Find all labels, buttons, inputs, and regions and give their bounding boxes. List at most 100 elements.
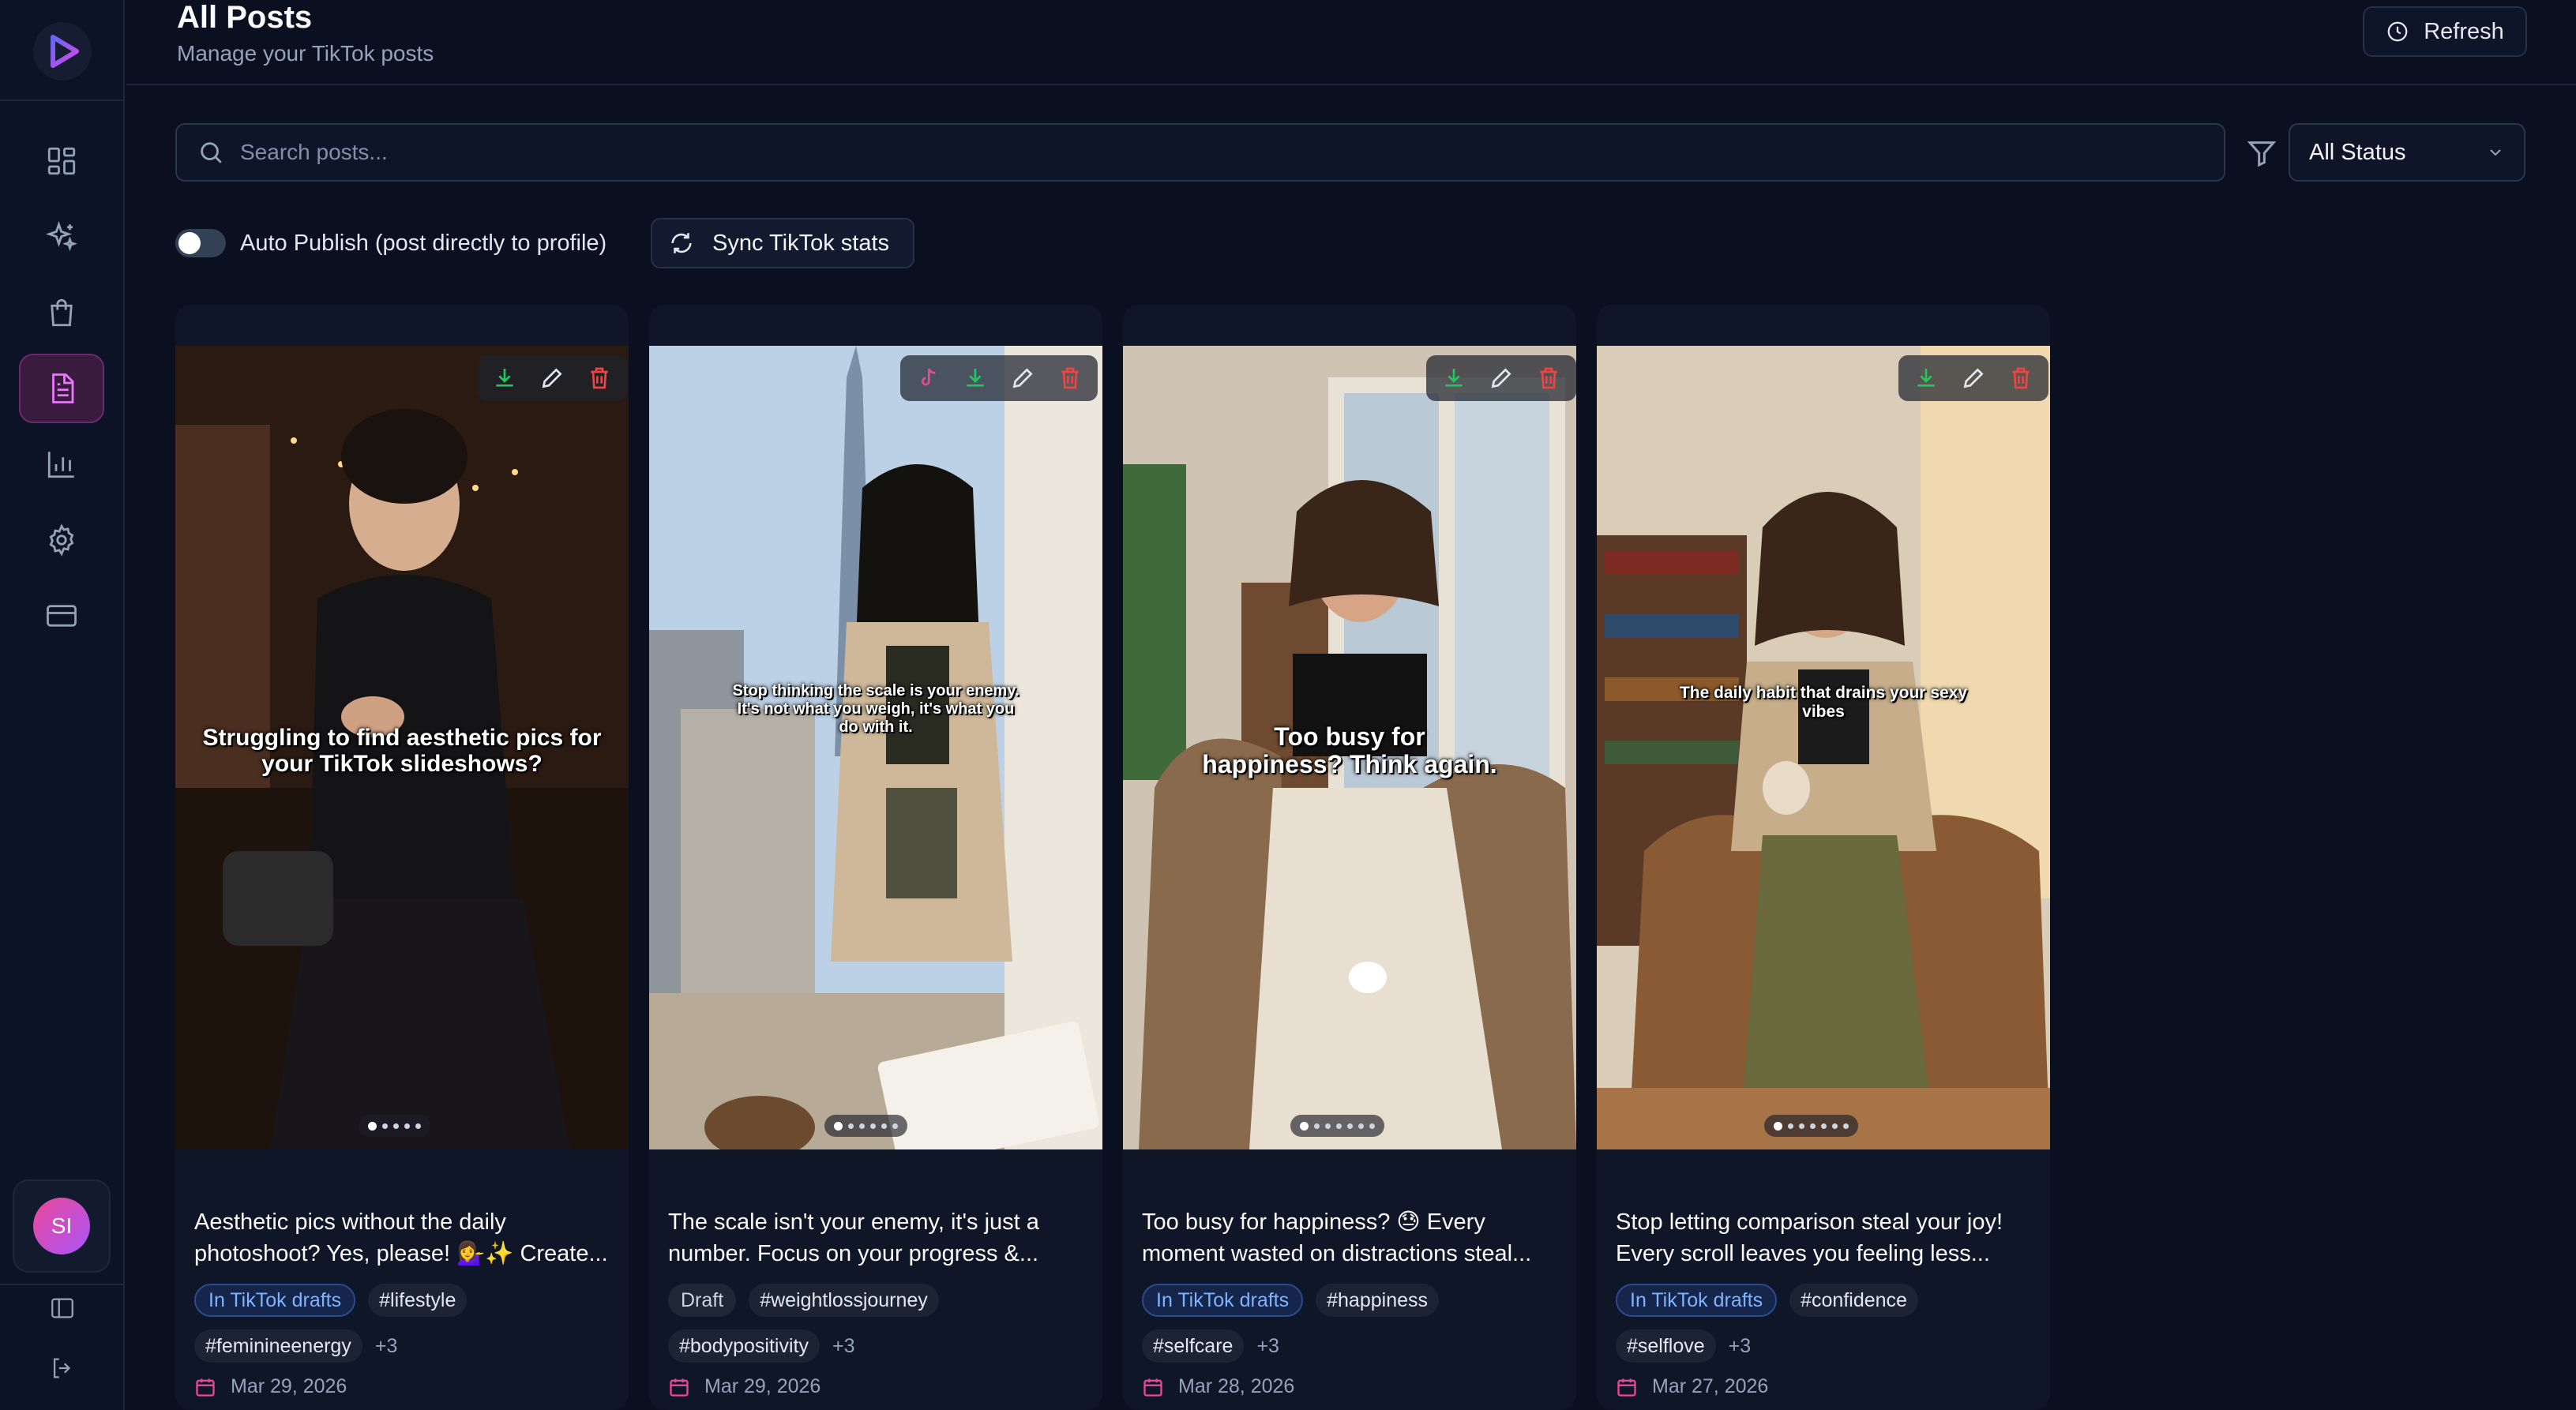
post-tags-row: #selfcare +3: [1142, 1329, 1279, 1363]
tiktok-button[interactable]: [910, 360, 946, 396]
post-caption: Stop letting comparison steal your joy! …: [1616, 1209, 2003, 1266]
calendar-icon: [196, 1378, 215, 1397]
post-actions: [1898, 355, 2048, 401]
sync-tiktok-stats-button[interactable]: Sync TikTok stats: [651, 218, 914, 268]
hashtag: #selfcare: [1142, 1329, 1245, 1363]
delete-button[interactable]: [581, 360, 618, 396]
sidebar-divider: [0, 1284, 125, 1285]
download-icon: [496, 369, 513, 387]
more-tags-count: +3: [1256, 1334, 1279, 1357]
post-overlay-text: The daily habit that drains your sexy vi…: [1679, 684, 1968, 722]
refresh-button[interactable]: Refresh: [2363, 6, 2527, 57]
document-icon: [52, 373, 74, 403]
download-icon: [1445, 369, 1463, 387]
sidebar-item-dashboard[interactable]: [19, 126, 104, 196]
download-button[interactable]: [1908, 360, 1944, 396]
logout-button[interactable]: [43, 1348, 82, 1388]
post-card[interactable]: Stop thinking the scale is your enemy. I…: [649, 305, 1102, 1410]
page-subtitle: Manage your TikTok posts: [177, 41, 434, 66]
slide-indicator[interactable]: [1764, 1115, 1858, 1137]
post-tags-row: In TikTok drafts #happiness: [1142, 1284, 1440, 1317]
post-card[interactable]: Struggling to find aesthetic pics for yo…: [175, 305, 629, 1410]
post-image[interactable]: [1597, 346, 2050, 1149]
page-header: All Posts Manage your TikTok posts Refre…: [126, 0, 2576, 85]
clock-icon: [2387, 21, 2408, 42]
download-button[interactable]: [957, 360, 993, 396]
download-button[interactable]: [1436, 360, 1472, 396]
trash-icon: [1061, 367, 1079, 389]
edit-button[interactable]: [1955, 360, 1992, 396]
avatar: SI: [33, 1198, 90, 1254]
sidebar-item-posts[interactable]: [19, 354, 104, 423]
pencil-icon: [1491, 368, 1511, 388]
post-tags-row: #bodypositivity +3: [668, 1329, 855, 1363]
post-date-label: Mar 29, 2026: [704, 1375, 821, 1397]
filter-icon: [2247, 141, 2277, 167]
post-caption: The scale isn't your enemy, it's just a …: [668, 1209, 1039, 1266]
post-tags-row: #selflove +3: [1616, 1329, 1751, 1363]
slide-indicator[interactable]: [359, 1115, 430, 1137]
post-actions: [1426, 355, 1576, 401]
post-date: Mar 28, 2026: [1142, 1375, 1294, 1398]
post-overlay-text: Struggling to find aesthetic pics for yo…: [202, 725, 602, 777]
post-actions: [900, 355, 1098, 401]
page-title: All Posts: [177, 0, 313, 35]
post-tags-row: In TikTok drafts #confidence: [1616, 1284, 1918, 1317]
post-image[interactable]: [649, 346, 1102, 1149]
post-date-label: Mar 29, 2026: [231, 1375, 347, 1397]
post-overlay-text: Stop thinking the scale is your enemy. I…: [732, 682, 1020, 736]
sparkles-icon: [45, 220, 77, 252]
post-tags-row: In TikTok drafts #lifestyle: [194, 1284, 468, 1317]
app-logo[interactable]: [33, 22, 92, 81]
user-menu[interactable]: SI: [13, 1179, 111, 1273]
delete-button[interactable]: [2003, 360, 2039, 396]
bar-chart-icon: [47, 452, 74, 478]
post-tags-row: Draft #weightlossjourney: [668, 1284, 939, 1317]
edit-button[interactable]: [1483, 360, 1519, 396]
delete-button[interactable]: [1052, 360, 1088, 396]
hashtag: #happiness: [1316, 1284, 1440, 1317]
post-caption: Too busy for happiness? 😓 Every moment w…: [1142, 1209, 1532, 1266]
status-filter-value: All Status: [2309, 139, 2406, 165]
status-filter-select[interactable]: All Status: [2289, 123, 2525, 182]
search-input[interactable]: [240, 140, 2135, 165]
status-badge: In TikTok drafts: [1142, 1284, 1304, 1317]
hashtag: #bodypositivity: [668, 1329, 820, 1363]
calendar-icon: [670, 1378, 689, 1397]
edit-button[interactable]: [534, 360, 570, 396]
post-caption: Aesthetic pics without the daily photosh…: [194, 1209, 608, 1266]
toggle-sidebar-button[interactable]: [43, 1288, 82, 1328]
post-date: Mar 27, 2026: [1616, 1375, 1768, 1398]
post-card[interactable]: Too busy for happiness? Think again. Too…: [1123, 305, 1576, 1410]
sync-icon: [671, 233, 692, 253]
slide-indicator[interactable]: [1290, 1115, 1384, 1137]
post-card[interactable]: The daily habit that drains your sexy vi…: [1597, 305, 2050, 1410]
sidebar-item-settings[interactable]: [19, 505, 104, 575]
pencil-icon: [1012, 368, 1033, 388]
sidebar: SI: [0, 0, 125, 1410]
hashtag: #weightlossjourney: [749, 1284, 939, 1317]
photo-illustration: [1597, 346, 2050, 1149]
more-tags-count: +3: [832, 1334, 855, 1357]
hashtag: #lifestyle: [368, 1284, 468, 1317]
sidebar-item-analytics[interactable]: [19, 429, 104, 499]
trash-icon: [591, 367, 608, 389]
post-date: Mar 29, 2026: [194, 1375, 347, 1398]
auto-publish-toggle[interactable]: [175, 229, 226, 257]
post-actions: [477, 355, 627, 401]
shopping-bag-icon: [51, 298, 73, 327]
credit-card-icon: [47, 605, 77, 627]
sidebar-item-generate[interactable]: [19, 202, 104, 272]
sidebar-item-products[interactable]: [19, 278, 104, 347]
slide-indicator[interactable]: [824, 1115, 907, 1137]
sidebar-item-billing[interactable]: [19, 581, 104, 651]
tiktok-icon: [922, 368, 936, 386]
more-tags-count: +3: [1728, 1334, 1752, 1357]
calendar-icon: [1617, 1378, 1636, 1397]
download-button[interactable]: [486, 360, 523, 396]
gear-icon: [49, 523, 74, 557]
edit-button[interactable]: [1004, 360, 1041, 396]
pencil-icon: [1963, 368, 1984, 388]
delete-button[interactable]: [1530, 360, 1567, 396]
post-tags-row: #feminineenergy +3: [194, 1329, 397, 1363]
